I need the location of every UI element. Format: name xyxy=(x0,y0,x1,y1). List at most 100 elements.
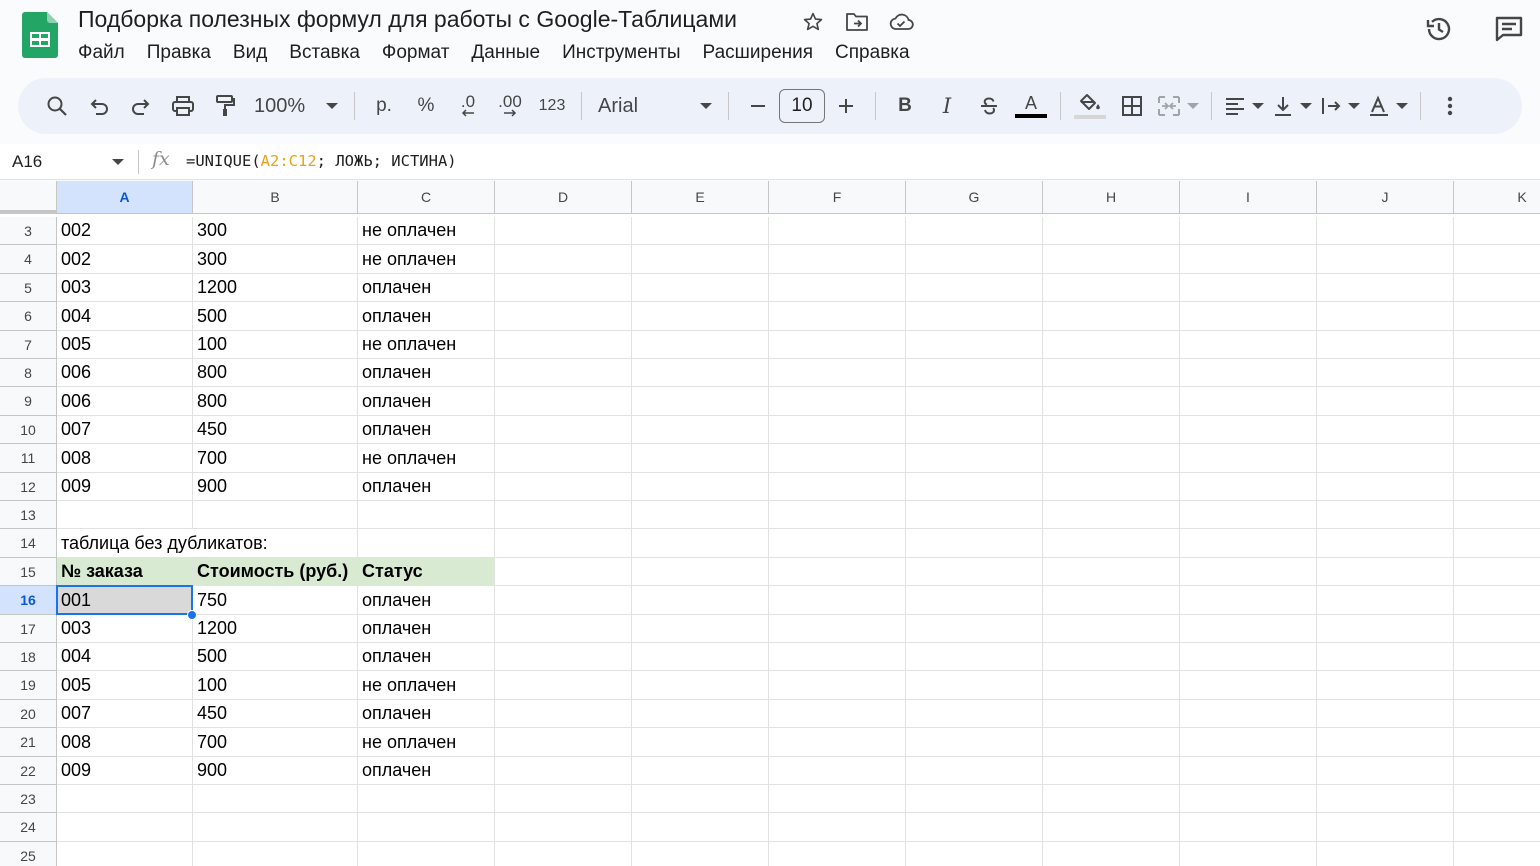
row-header-20[interactable]: 20 xyxy=(0,700,57,728)
cell-g7[interactable] xyxy=(906,331,1043,359)
cell-g4[interactable] xyxy=(906,245,1043,274)
cell-c10[interactable]: оплачен xyxy=(358,416,495,444)
cell-k13[interactable] xyxy=(1454,501,1540,529)
cell-a6[interactable]: 004 xyxy=(57,302,193,331)
cell-k23[interactable] xyxy=(1454,785,1540,813)
cell-k6[interactable] xyxy=(1454,302,1540,331)
cell-j24[interactable] xyxy=(1317,813,1454,842)
cell-d17[interactable] xyxy=(495,615,632,643)
cell-a7[interactable]: 005 xyxy=(57,331,193,359)
more-formats-button[interactable]: 123 xyxy=(535,86,569,126)
cell-a9[interactable]: 006 xyxy=(57,387,193,416)
cell-a10[interactable]: 007 xyxy=(57,416,193,444)
search-menus-icon[interactable] xyxy=(40,86,74,126)
cell-a13[interactable] xyxy=(57,501,193,529)
cell-d6[interactable] xyxy=(495,302,632,331)
cell-j20[interactable] xyxy=(1317,700,1454,728)
cell-h24[interactable] xyxy=(1043,813,1180,842)
cell-j14[interactable] xyxy=(1317,529,1454,558)
cell-f16[interactable] xyxy=(769,586,906,615)
cell-f6[interactable] xyxy=(769,302,906,331)
menu-extensions[interactable]: Расширения xyxy=(692,40,825,66)
cell-b12[interactable]: 900 xyxy=(193,473,358,501)
cell-d12[interactable] xyxy=(495,473,632,501)
sheets-logo-icon[interactable] xyxy=(22,12,58,58)
cell-g3[interactable] xyxy=(906,217,1043,245)
cell-j13[interactable] xyxy=(1317,501,1454,529)
menu-format[interactable]: Формат xyxy=(371,40,461,66)
horizontal-align-icon[interactable] xyxy=(1224,86,1264,126)
cell-j11[interactable] xyxy=(1317,444,1454,473)
cell-c9[interactable]: оплачен xyxy=(358,387,495,416)
cell-c17[interactable]: оплачен xyxy=(358,615,495,643)
cell-j10[interactable] xyxy=(1317,416,1454,444)
cell-g24[interactable] xyxy=(906,813,1043,842)
cell-b16[interactable]: 750 xyxy=(193,586,358,615)
move-folder-icon[interactable] xyxy=(842,8,872,36)
column-header-g[interactable]: G xyxy=(906,181,1043,214)
cell-h16[interactable] xyxy=(1043,586,1180,615)
cell-i5[interactable] xyxy=(1180,274,1317,302)
cell-i22[interactable] xyxy=(1180,757,1317,785)
cell-h3[interactable] xyxy=(1043,217,1180,245)
cell-j21[interactable] xyxy=(1317,728,1454,757)
cell-f25[interactable] xyxy=(769,842,906,866)
cell-a14[interactable]: таблица без дубликатов: xyxy=(57,529,268,558)
row-header-22[interactable]: 22 xyxy=(0,757,57,785)
row-header-19[interactable]: 19 xyxy=(0,671,57,700)
cell-c22[interactable]: оплачен xyxy=(358,757,495,785)
cell-f8[interactable] xyxy=(769,359,906,387)
column-header-f[interactable]: F xyxy=(769,181,906,214)
cell-j7[interactable] xyxy=(1317,331,1454,359)
cell-d18[interactable] xyxy=(495,643,632,671)
cell-a8[interactable]: 006 xyxy=(57,359,193,387)
cell-e19[interactable] xyxy=(632,671,769,700)
cell-c16[interactable]: оплачен xyxy=(358,586,495,615)
cell-f7[interactable] xyxy=(769,331,906,359)
cell-h23[interactable] xyxy=(1043,785,1180,813)
cell-j18[interactable] xyxy=(1317,643,1454,671)
cell-k20[interactable] xyxy=(1454,700,1540,728)
cell-i14[interactable] xyxy=(1180,529,1317,558)
cell-k25[interactable] xyxy=(1454,842,1540,866)
column-header-i[interactable]: I xyxy=(1180,181,1317,214)
cell-b7[interactable]: 100 xyxy=(193,331,358,359)
cell-g14[interactable] xyxy=(906,529,1043,558)
cell-i13[interactable] xyxy=(1180,501,1317,529)
select-all-corner[interactable] xyxy=(0,181,57,214)
cell-k12[interactable] xyxy=(1454,473,1540,501)
cell-i11[interactable] xyxy=(1180,444,1317,473)
font-family-select[interactable]: Arial xyxy=(594,86,716,126)
cell-k8[interactable] xyxy=(1454,359,1540,387)
cell-k10[interactable] xyxy=(1454,416,1540,444)
cell-f3[interactable] xyxy=(769,217,906,245)
cell-c8[interactable]: оплачен xyxy=(358,359,495,387)
row-header-10[interactable]: 10 xyxy=(0,416,57,444)
cell-b25[interactable] xyxy=(193,842,358,866)
cell-h12[interactable] xyxy=(1043,473,1180,501)
cell-e8[interactable] xyxy=(632,359,769,387)
cell-b24[interactable] xyxy=(193,813,358,842)
text-rotation-icon[interactable] xyxy=(1368,86,1408,126)
cell-b23[interactable] xyxy=(193,785,358,813)
cell-i8[interactable] xyxy=(1180,359,1317,387)
cell-f23[interactable] xyxy=(769,785,906,813)
cell-b5[interactable]: 1200 xyxy=(193,274,358,302)
cell-d5[interactable] xyxy=(495,274,632,302)
cell-f15[interactable] xyxy=(769,558,906,586)
cell-d24[interactable] xyxy=(495,813,632,842)
cell-d15[interactable] xyxy=(495,558,632,586)
cell-g25[interactable] xyxy=(906,842,1043,866)
cell-a16[interactable]: 001 xyxy=(57,586,193,615)
cell-k22[interactable] xyxy=(1454,757,1540,785)
cell-g16[interactable] xyxy=(906,586,1043,615)
more-options-icon[interactable] xyxy=(1433,86,1467,126)
cell-j3[interactable] xyxy=(1317,217,1454,245)
borders-icon[interactable] xyxy=(1115,86,1149,126)
cell-f12[interactable] xyxy=(769,473,906,501)
cell-c3[interactable]: не оплачен xyxy=(358,217,495,245)
menu-tools[interactable]: Инструменты xyxy=(551,40,691,66)
cell-h17[interactable] xyxy=(1043,615,1180,643)
cell-i19[interactable] xyxy=(1180,671,1317,700)
paint-format-icon[interactable] xyxy=(208,86,242,126)
